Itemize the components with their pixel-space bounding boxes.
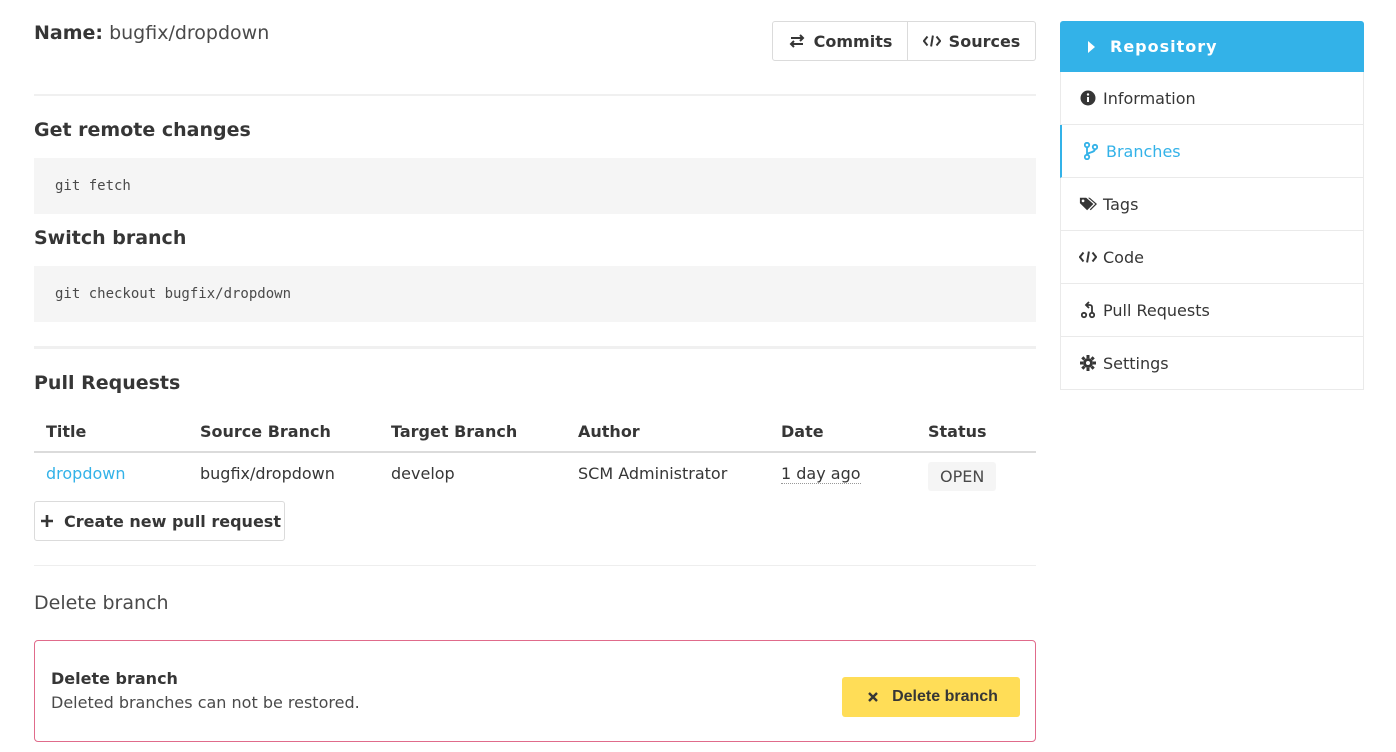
table-row: dropdown bugfix/dropdown develop SCM Adm… bbox=[34, 452, 1036, 494]
caret-right-icon bbox=[1082, 38, 1100, 56]
column-header-date: Date bbox=[769, 412, 916, 453]
sidebar-item-label: Pull Requests bbox=[1103, 300, 1210, 320]
column-header-source: Source Branch bbox=[188, 412, 379, 453]
branch-name-value: bugfix/dropdown bbox=[109, 22, 270, 44]
checkout-command-text: git checkout bugfix/dropdown bbox=[55, 286, 292, 302]
fetch-command-text: git fetch bbox=[55, 178, 131, 194]
plus-icon bbox=[38, 512, 56, 530]
switch-branch-heading: Switch branch bbox=[34, 227, 187, 249]
commits-button[interactable]: Commits bbox=[772, 21, 908, 61]
code-icon bbox=[1079, 248, 1097, 266]
commits-label: Commits bbox=[813, 31, 893, 51]
code-icon bbox=[922, 32, 941, 50]
delete-branch-button-label: Delete branch bbox=[892, 688, 998, 705]
sidebar-item-code[interactable]: Code bbox=[1060, 231, 1364, 284]
sidebar-item-label: Settings bbox=[1103, 353, 1169, 373]
pr-target-branch: develop bbox=[391, 464, 455, 483]
column-header-status: Status bbox=[916, 412, 1036, 453]
info-circle-icon bbox=[1079, 89, 1097, 107]
sidebar-item-label: Code bbox=[1103, 247, 1144, 267]
delete-branch-heading: Delete branch bbox=[34, 592, 169, 614]
pull-requests-heading: Pull Requests bbox=[34, 372, 181, 394]
sidebar-item-label: Branches bbox=[1106, 141, 1181, 161]
pull-requests-table: Title Source Branch Target Branch Author… bbox=[34, 412, 1036, 494]
cog-icon bbox=[1079, 354, 1097, 372]
repository-sidebar: Repository Information Branches Tags Cod… bbox=[1060, 21, 1364, 390]
sidebar-header-label: Repository bbox=[1110, 37, 1218, 56]
column-header-author: Author bbox=[566, 412, 769, 453]
create-pull-request-button[interactable]: Create new pull request bbox=[34, 501, 285, 541]
divider bbox=[34, 346, 1036, 349]
sidebar-item-pull-requests[interactable]: Pull Requests bbox=[1060, 284, 1364, 337]
delete-branch-warning: Deleted branches can not be restored. bbox=[51, 693, 360, 712]
delete-branch-button[interactable]: Delete branch bbox=[842, 677, 1020, 717]
divider bbox=[34, 565, 1036, 566]
pr-title-link[interactable]: dropdown bbox=[46, 464, 126, 483]
sidebar-header-repository[interactable]: Repository bbox=[1060, 21, 1364, 72]
sidebar-item-tags[interactable]: Tags bbox=[1060, 178, 1364, 231]
pr-date: 1 day ago bbox=[781, 464, 861, 484]
create-pull-request-label: Create new pull request bbox=[64, 511, 281, 531]
divider bbox=[34, 94, 1036, 96]
column-header-title: Title bbox=[34, 412, 188, 453]
pr-source-branch: bugfix/dropdown bbox=[200, 464, 335, 483]
delete-branch-title: Delete branch bbox=[51, 669, 178, 688]
sidebar-item-settings[interactable]: Settings bbox=[1060, 337, 1364, 390]
exchange-icon bbox=[788, 32, 806, 50]
sources-label: Sources bbox=[948, 31, 1021, 51]
status-badge: OPEN bbox=[928, 462, 997, 491]
sidebar-item-branches[interactable]: Branches bbox=[1060, 125, 1364, 178]
fetch-command: git fetch bbox=[34, 158, 1036, 214]
sidebar-item-label: Tags bbox=[1103, 194, 1139, 214]
column-header-target: Target Branch bbox=[379, 412, 566, 453]
sidebar-item-information[interactable]: Information bbox=[1060, 72, 1364, 125]
table-header-row: Title Source Branch Target Branch Author… bbox=[34, 412, 1036, 453]
pr-author: SCM Administrator bbox=[578, 464, 728, 483]
delete-branch-panel: Delete branch Deleted branches can not b… bbox=[34, 640, 1036, 742]
sidebar-item-label: Information bbox=[1103, 88, 1196, 108]
branch-name-label: Name: bbox=[34, 22, 104, 44]
checkout-command: git checkout bugfix/dropdown bbox=[34, 266, 1036, 322]
times-icon bbox=[864, 688, 882, 706]
branch-actions: Commits Sources bbox=[772, 21, 1036, 61]
sources-button[interactable]: Sources bbox=[908, 21, 1036, 61]
code-branch-icon bbox=[1082, 142, 1100, 160]
branch-name: Name: bugfix/dropdown bbox=[34, 22, 269, 44]
pull-request-icon bbox=[1079, 301, 1097, 319]
tags-icon bbox=[1079, 195, 1097, 213]
remote-changes-heading: Get remote changes bbox=[34, 119, 251, 141]
